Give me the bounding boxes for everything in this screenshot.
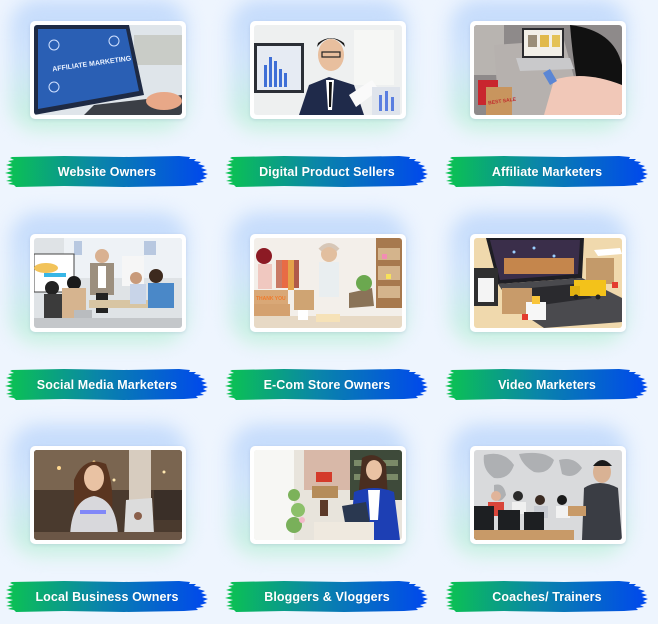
audience-label: Bloggers & Vloggers [264,589,390,604]
laptop-affiliate-marketing-photo: AFFILIATE MARKETING [34,25,182,115]
trainer-with-class-photo [474,450,622,540]
audience-card-video-marketers: Video Marketers [440,213,650,413]
audience-label-band: Video Marketers [444,368,650,401]
photo-frame: THANK YOU [250,234,406,332]
audience-label: Digital Product Sellers [259,164,395,179]
woman-laptop-cafe-photo [34,450,182,540]
audience-label: Local Business Owners [35,589,179,604]
audience-label-band: Affiliate Marketers [444,155,650,188]
photo-caption: THANK YOU [256,296,286,302]
audience-label-band: Social Media Marketers [4,368,210,401]
audience-label-band: Website Owners [4,155,210,188]
audience-card-affiliate-marketers: BEST SALE Affiliate Marketers [440,0,650,200]
businessman-with-charts-photo [254,25,402,115]
audience-card-website-owners: AFFILIATE MARKETING Website Owners [0,0,210,200]
audience-card-digital-product-sellers: Digital Product Sellers [220,0,430,200]
audience-card-bloggers-vloggers: Bloggers & Vloggers [220,425,430,624]
audience-card-coaches-trainers: Coaches/ Trainers [440,425,650,624]
audience-label: Coaches/ Trainers [492,589,602,604]
woman-packing-orders-photo: THANK YOU [254,238,402,328]
audience-label-band: Digital Product Sellers [224,155,430,188]
audience-card-e-com-store-owners: THANK YOU E-Com Store Owners [220,213,430,413]
audience-grid: AFFILIATE MARKETING Website Owners Digit… [0,0,658,624]
woman-shopping-online-photo: BEST SALE [474,25,622,115]
photo-frame [250,21,406,119]
audience-label: E-Com Store Owners [263,377,391,392]
photo-frame [470,446,626,544]
photo-frame [30,234,186,332]
laptop-delivery-truck-photo [474,238,622,328]
audience-label-band: Local Business Owners [4,580,210,613]
photo-frame: AFFILIATE MARKETING [30,21,186,119]
photo-frame [470,234,626,332]
audience-label: Video Marketers [498,377,596,392]
photo-frame: BEST SALE [470,21,626,119]
audience-label-band: E-Com Store Owners [224,368,430,401]
audience-card-local-business-owners: Local Business Owners [0,425,210,624]
audience-label: Affiliate Marketers [491,164,603,179]
photo-frame [30,446,186,544]
audience-label: Social Media Marketers [36,377,178,392]
audience-label: Website Owners [57,164,157,179]
audience-card-social-media-marketers: Social Media Marketers [0,213,210,413]
audience-label-band: Bloggers & Vloggers [224,580,430,613]
audience-label-band: Coaches/ Trainers [444,580,650,613]
team-meeting-photo [34,238,182,328]
woman-tablet-cafe-photo [254,450,402,540]
photo-frame [250,446,406,544]
